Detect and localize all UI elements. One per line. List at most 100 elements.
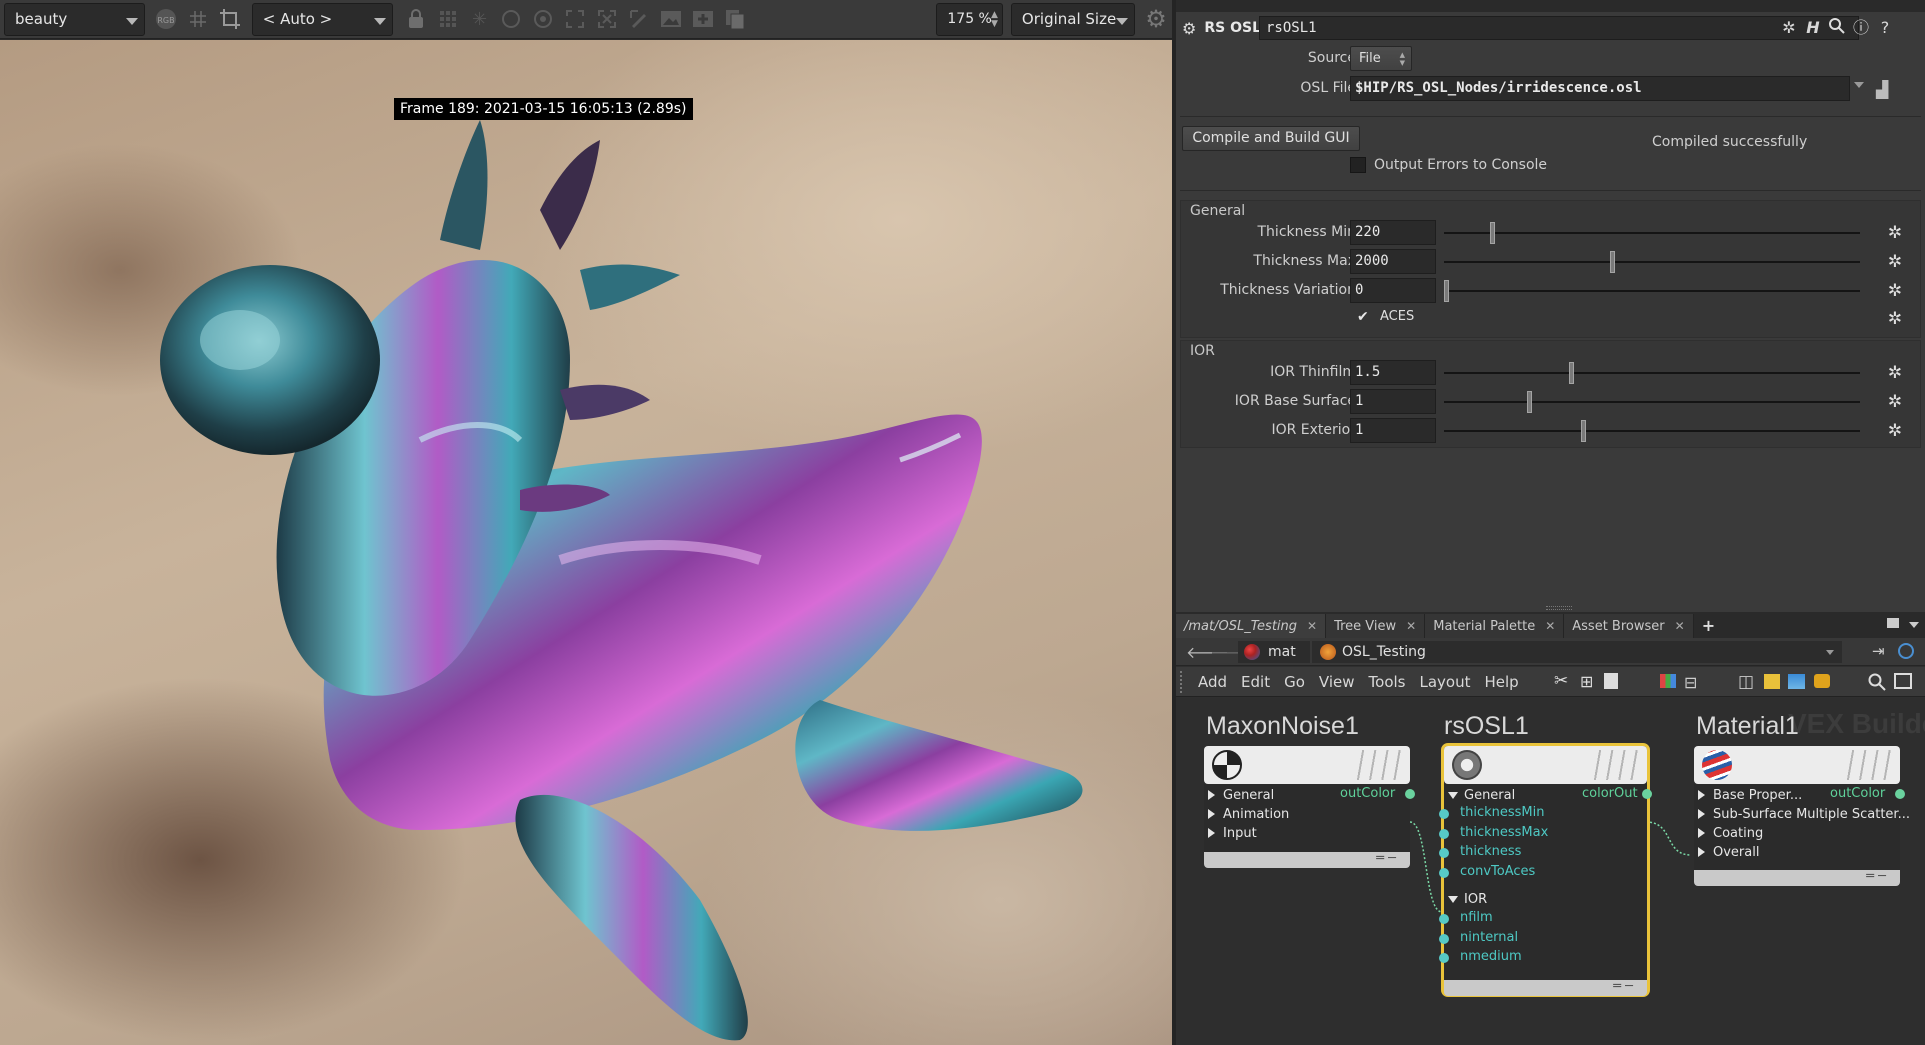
gear-icon[interactable]: ✲ [1886, 253, 1904, 271]
close-icon[interactable]: ✕ [1545, 615, 1555, 638]
general-param-slider-thumb[interactable] [1610, 251, 1615, 273]
general-param-field[interactable]: 0 [1350, 278, 1436, 303]
node-parameter-group[interactable]: Input [1204, 824, 1410, 842]
aov-select[interactable]: beauty [4, 2, 145, 36]
file-chooser-icon[interactable]: ▟ [1876, 80, 1888, 99]
node-parameter-group[interactable]: Sub-Surface Multiple Scatter... [1694, 805, 1910, 823]
visibility-icon[interactable] [1894, 673, 1912, 689]
menu-item[interactable]: Add [1198, 673, 1227, 691]
add-image-icon[interactable] [690, 5, 716, 33]
menu-item[interactable]: Edit [1241, 673, 1270, 691]
ior-param-slider-thumb[interactable] [1581, 420, 1586, 442]
render-image[interactable]: Frame 189: 2021-03-15 16:05:13 (2.89s) [0, 40, 1172, 1045]
osl-ior-group[interactable]: IOR [1444, 890, 1647, 908]
tools-icon[interactable]: ✂ [1554, 671, 1568, 691]
osl-file-field[interactable]: $HIP/RS_OSL_Nodes/irridescence.osl [1350, 76, 1850, 101]
gear-icon[interactable]: ✲ [1779, 18, 1799, 38]
network-box-icon[interactable]: ◫ [1738, 672, 1754, 692]
gear-icon[interactable]: ✲ [1886, 224, 1904, 242]
ior-param-slider[interactable] [1444, 372, 1860, 374]
network-tab[interactable]: Asset Browser ✕ [1564, 614, 1694, 638]
close-icon[interactable]: ✕ [1406, 615, 1416, 638]
ior-param-field[interactable]: 1 [1350, 389, 1436, 414]
lock-icon[interactable] [403, 5, 429, 33]
circle-icon[interactable] [499, 5, 525, 33]
node-maxonnoise[interactable] [1204, 746, 1410, 784]
search-icon[interactable] [1827, 18, 1847, 38]
menu-item[interactable]: Go [1284, 673, 1305, 691]
tree-icon[interactable]: ⊞ [1580, 672, 1593, 691]
node-parameter-group[interactable]: Coating [1694, 824, 1900, 842]
chevron-down-icon[interactable] [1909, 622, 1919, 628]
ior-param-slider[interactable] [1444, 401, 1860, 403]
node-menu-icon[interactable]: ═ ─ [1613, 979, 1633, 994]
general-param-slider-thumb[interactable] [1490, 222, 1495, 244]
list-icon[interactable] [1604, 673, 1618, 689]
fit-icon[interactable] [562, 5, 588, 33]
add-tab-icon[interactable]: + [1702, 616, 1715, 635]
node-parameter-group[interactable]: Overall [1694, 843, 1900, 861]
ior-param-slider[interactable] [1444, 430, 1860, 432]
general-param-field[interactable]: 2000 [1350, 249, 1436, 274]
menu-item[interactable]: Layout [1419, 673, 1470, 691]
source-select[interactable]: File ▲ ▼ [1350, 46, 1412, 71]
ior-param-field[interactable]: 1.5 [1350, 360, 1436, 385]
general-param-slider[interactable] [1444, 290, 1860, 292]
expand-icon[interactable] [594, 5, 620, 33]
background-image-icon[interactable] [1788, 674, 1805, 689]
input-port[interactable] [1439, 848, 1449, 858]
camera-select[interactable]: < Auto > [251, 2, 393, 36]
general-param-slider[interactable] [1444, 261, 1860, 263]
gear-icon[interactable]: ✲ [1886, 364, 1904, 382]
menu-item[interactable]: Help [1484, 673, 1518, 691]
table-icon[interactable]: ⊟ [1684, 673, 1697, 692]
path-crumb-mat[interactable]: mat [1238, 641, 1310, 663]
gear-icon[interactable]: ✲ [1886, 393, 1904, 411]
input-port[interactable] [1439, 953, 1449, 963]
network-canvas[interactable]: VEX Builder MaxonNoise1 GeneralAnimation… [1176, 698, 1925, 1045]
input-port[interactable] [1439, 828, 1449, 839]
material-output-port[interactable] [1895, 789, 1905, 799]
compile-button[interactable]: Compile and Build GUI [1182, 126, 1360, 151]
sticky-note-icon[interactable] [1764, 674, 1780, 689]
gear-icon[interactable]: ✲ [1886, 310, 1904, 328]
snowflake-icon[interactable]: ✳ [467, 5, 493, 33]
aces-checkbox[interactable]: ✔ [1357, 309, 1373, 325]
general-param-slider[interactable] [1444, 232, 1860, 234]
gear-icon[interactable]: ✲ [1886, 282, 1904, 300]
image-icon[interactable] [658, 5, 684, 33]
menu-item[interactable]: Tools [1369, 673, 1406, 691]
pane-resize-handle[interactable] [1546, 606, 1572, 610]
rgb-icon[interactable]: RGB [153, 5, 179, 33]
general-param-slider-thumb[interactable] [1444, 280, 1449, 302]
node-rsosl[interactable] [1444, 746, 1647, 784]
ior-param-field[interactable]: 1 [1350, 418, 1436, 443]
input-port[interactable] [1439, 867, 1449, 878]
target-icon[interactable] [530, 5, 556, 33]
pin-icon[interactable]: ⇥ [1872, 642, 1885, 660]
network-tab[interactable]: Material Palette ✕ [1425, 614, 1565, 638]
gear-icon[interactable]: ✲ [1886, 422, 1904, 440]
input-port[interactable] [1439, 809, 1449, 819]
general-param-field[interactable]: 220 [1350, 220, 1436, 245]
input-port[interactable] [1439, 914, 1449, 924]
link-icon[interactable] [1898, 643, 1914, 659]
help-icon[interactable]: ? [1875, 18, 1895, 38]
color-grid-icon[interactable] [1660, 674, 1676, 688]
close-icon[interactable]: ✕ [1307, 615, 1317, 638]
node-name-field[interactable]: rsOSL1 [1259, 16, 1859, 40]
search-icon[interactable] [1868, 673, 1886, 695]
node-material[interactable] [1694, 746, 1900, 784]
copy-icon[interactable] [722, 5, 748, 33]
palette-icon[interactable] [1814, 674, 1830, 688]
grid-icon[interactable] [185, 5, 211, 33]
ior-param-slider-thumb[interactable] [1527, 391, 1532, 413]
close-icon[interactable]: ✕ [1675, 615, 1685, 638]
network-tab[interactable]: /mat/OSL_Testing ✕ [1176, 614, 1327, 638]
chevron-down-icon[interactable] [1854, 82, 1864, 88]
osl-output-port[interactable] [1642, 789, 1652, 799]
help-h-icon[interactable]: H [1803, 18, 1823, 38]
network-tab[interactable]: Tree View ✕ [1326, 614, 1426, 638]
ior-param-slider-thumb[interactable] [1569, 362, 1574, 384]
noise-output-port[interactable] [1405, 789, 1415, 799]
